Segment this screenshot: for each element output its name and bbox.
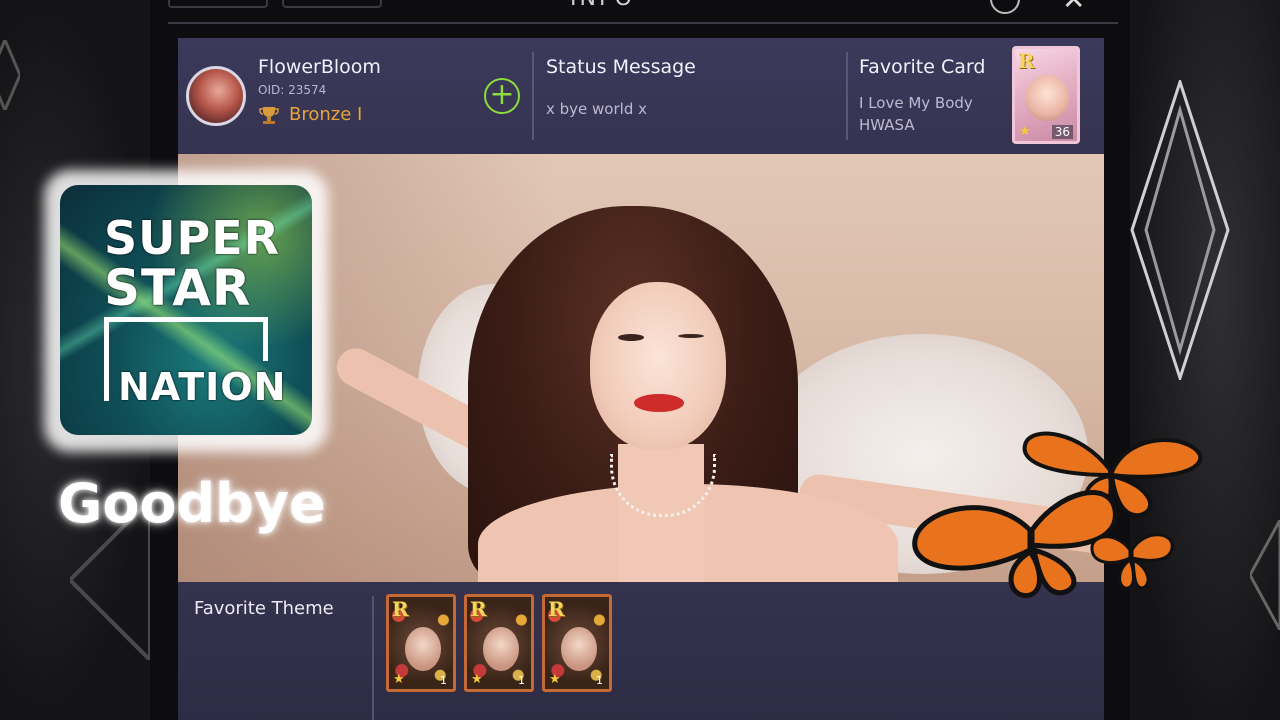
card-portrait xyxy=(1025,75,1069,121)
caption-text: Goodbye xyxy=(58,472,326,535)
photo-eye xyxy=(678,334,704,338)
close-icon[interactable]: ✕ xyxy=(1062,0,1085,14)
superstar-pnation-logo: SUPER STAR NATION xyxy=(60,185,312,435)
theme-card[interactable]: R ★ 1 xyxy=(542,594,612,692)
top-bar: INFO ✕ xyxy=(150,0,1130,24)
favorite-card-song: I Love My Body xyxy=(859,94,973,112)
butterfly xyxy=(1090,533,1174,590)
star-icon: ★ xyxy=(549,672,561,687)
card-grade-badge: R xyxy=(1018,49,1035,73)
theme-card[interactable]: R ★ 1 xyxy=(464,594,534,692)
logo-text-line: NATION xyxy=(118,365,287,409)
star-icon: ★ xyxy=(471,672,483,687)
card-grade-badge: R xyxy=(470,597,487,621)
trophy-icon xyxy=(259,107,279,124)
photo-lips xyxy=(634,394,684,412)
favorite-card[interactable]: R ★ 36 xyxy=(1012,46,1080,144)
top-tab-button[interactable] xyxy=(168,0,268,8)
favorite-theme-label: Favorite Theme xyxy=(194,598,334,619)
card-count: 1 xyxy=(440,674,447,687)
logo-p-shape xyxy=(104,317,109,401)
profile-header: FlowerBloom OID: 23574 Bronze I + Status… xyxy=(178,38,1104,154)
card-portrait xyxy=(405,627,441,671)
avatar[interactable] xyxy=(186,66,246,126)
add-friend-button[interactable]: + xyxy=(484,78,520,114)
logo-text-line: STAR xyxy=(104,259,252,317)
favorite-card-artist: HWASA xyxy=(859,116,915,134)
favorite-card-title: Favorite Card xyxy=(859,56,986,78)
right-background xyxy=(1130,0,1280,720)
star-icon: ★ xyxy=(1019,124,1031,139)
logo-text-line: SUPER xyxy=(104,211,281,265)
butterfly-decoration xyxy=(912,431,1203,598)
theme-card[interactable]: R ★ 1 xyxy=(386,594,456,692)
status-message-text: x bye world x xyxy=(546,100,647,118)
star-icon: ★ xyxy=(393,672,405,687)
diamond-decoration xyxy=(1130,80,1230,380)
card-level: 36 xyxy=(1051,125,1073,139)
card-portrait xyxy=(561,627,597,671)
card-grade-badge: R xyxy=(392,597,409,621)
photo-eye xyxy=(618,334,644,341)
panel-title: INFO xyxy=(570,0,635,11)
info-icon[interactable] xyxy=(990,0,1020,14)
username: FlowerBloom xyxy=(258,56,381,78)
card-count: 1 xyxy=(518,674,525,687)
divider xyxy=(532,52,534,140)
diamond-decoration xyxy=(1250,520,1280,630)
divider xyxy=(168,22,1118,24)
logo-p-shape xyxy=(104,317,268,361)
card-count: 1 xyxy=(596,674,603,687)
card-portrait xyxy=(483,627,519,671)
divider xyxy=(846,52,848,140)
divider xyxy=(372,596,374,720)
rank-label: Bronze I xyxy=(289,104,363,125)
user-oid: OID: 23574 xyxy=(258,83,327,97)
top-tab-button[interactable] xyxy=(282,0,382,8)
butterfly xyxy=(912,490,1118,598)
diamond-decoration xyxy=(0,40,20,110)
photo-face xyxy=(590,282,726,450)
status-message-title: Status Message xyxy=(546,56,696,78)
card-grade-badge: R xyxy=(548,597,565,621)
